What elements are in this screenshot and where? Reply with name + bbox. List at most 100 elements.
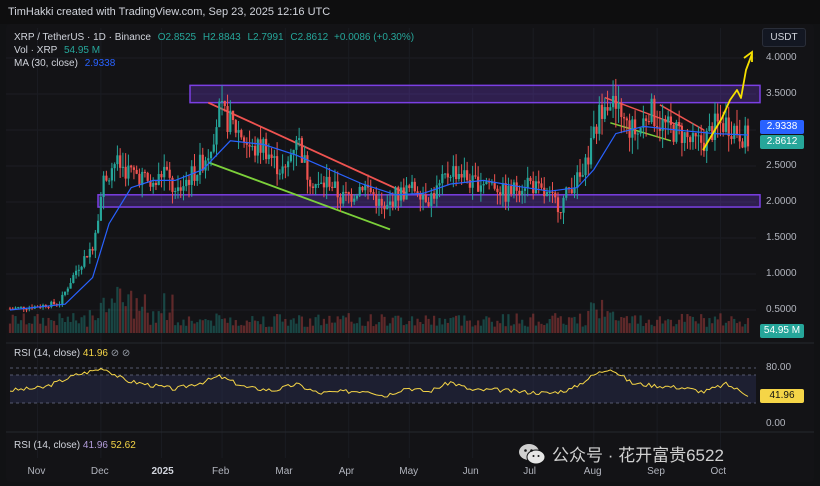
- candle-body: [603, 107, 606, 119]
- rsi2-label[interactable]: RSI (14, close): [14, 440, 80, 451]
- time-tick-label: Jun: [462, 466, 479, 477]
- volume-bar: [306, 326, 309, 333]
- candle-body: [256, 139, 259, 156]
- volume-bar: [292, 318, 295, 333]
- candle-body: [287, 161, 290, 168]
- volume-bar: [25, 324, 28, 333]
- candle-body: [573, 187, 576, 194]
- volume-bar: [518, 323, 521, 333]
- volume-bar: [174, 325, 177, 333]
- candle-body: [182, 186, 185, 191]
- candle-body: [220, 100, 224, 102]
- candle-body: [209, 151, 213, 159]
- candle-body: [132, 167, 136, 170]
- candle-body: [91, 248, 94, 251]
- volume-bar: [342, 315, 345, 333]
- volume-bar: [201, 320, 204, 333]
- time-tick-label: Dec: [90, 466, 109, 477]
- candle-body: [595, 126, 598, 134]
- candle-body: [636, 133, 639, 135]
- volume-bar: [364, 325, 367, 333]
- candle-body: [102, 175, 105, 197]
- candle-body: [17, 307, 20, 309]
- candle-body: [88, 248, 91, 258]
- volume-bar: [55, 325, 58, 333]
- volume-bar: [587, 310, 590, 333]
- volume-bar: [727, 321, 730, 333]
- candle-body: [523, 188, 527, 191]
- candle-body: [99, 196, 102, 221]
- candle-body: [708, 126, 711, 132]
- volume-label[interactable]: Vol · XRP: [14, 45, 57, 56]
- symbol-label[interactable]: XRP / TetherUS · 1D · Binance: [14, 32, 151, 43]
- candle-body: [713, 113, 717, 140]
- volume-bar: [576, 323, 579, 333]
- volume-bar: [466, 320, 469, 333]
- candle-body: [97, 220, 100, 233]
- candle-body: [264, 138, 268, 160]
- candle-body: [196, 175, 199, 181]
- high-label: H2.8843: [202, 32, 241, 43]
- candle-body: [135, 169, 138, 174]
- volume-bar: [77, 323, 80, 333]
- candle-body: [432, 193, 436, 199]
- volume-bar: [658, 316, 661, 333]
- candle-body: [198, 154, 202, 176]
- volume-bar: [138, 310, 141, 333]
- volume-bar: [375, 324, 378, 333]
- candle-body: [650, 98, 653, 123]
- candle-body: [402, 187, 405, 200]
- candle-body: [276, 156, 279, 175]
- volume-bar: [171, 294, 174, 333]
- candle-body: [105, 175, 108, 181]
- rsi-extra-icons[interactable]: ⊘ ⊘: [111, 348, 131, 359]
- volume-bar: [653, 326, 656, 333]
- ma-label[interactable]: MA (30, close): [14, 58, 78, 69]
- candle-body: [72, 275, 75, 284]
- watermark-text: 公众号 · 花开富贵6522: [552, 446, 724, 465]
- candle-body: [592, 126, 595, 139]
- candle-body: [281, 166, 284, 174]
- volume-bar: [52, 320, 56, 333]
- volume-bar: [8, 323, 12, 333]
- candle-body: [124, 166, 127, 179]
- volume-bar: [303, 326, 306, 333]
- volume-bar: [622, 317, 626, 333]
- volume-bar: [435, 325, 438, 333]
- rsi-tick-label: 0.00: [766, 418, 786, 429]
- candle-body: [143, 171, 147, 173]
- candle-body: [405, 185, 408, 200]
- candle-body: [14, 307, 17, 309]
- volume-bar: [680, 313, 684, 333]
- open-value: 2.8525: [165, 32, 197, 43]
- candle-body: [154, 183, 158, 185]
- candle-body: [77, 269, 80, 271]
- candle-body: [377, 198, 381, 206]
- candle-body: [66, 288, 69, 292]
- time-tick-label: Nov: [27, 466, 46, 477]
- candle-body: [350, 193, 353, 202]
- candle-body: [424, 194, 427, 203]
- volume-bar: [636, 323, 639, 333]
- chart-legend: XRP / TetherUS · 1D · Binance O2.8525 H2…: [14, 31, 414, 70]
- currency-unit-button[interactable]: USDT: [762, 28, 806, 47]
- candle-body: [295, 140, 298, 150]
- rsi-label[interactable]: RSI (14, close): [14, 348, 80, 359]
- volume-bar: [410, 316, 414, 333]
- candle-body: [237, 130, 240, 133]
- candle-body: [388, 201, 392, 205]
- volume-bar: [540, 323, 543, 333]
- volume-bar: [358, 317, 361, 333]
- candle-body: [397, 187, 400, 201]
- candle-body: [19, 306, 23, 308]
- ma-price-badge: 2.9338: [760, 120, 804, 134]
- volume-bar: [667, 319, 670, 333]
- volume-bar: [295, 323, 298, 333]
- volume-bar: [724, 322, 728, 333]
- volume-bar: [419, 322, 422, 333]
- volume-bar: [697, 323, 700, 333]
- price-tick-label: 2.5000: [766, 160, 797, 171]
- volume-bar: [556, 317, 560, 333]
- candle-body: [689, 137, 692, 143]
- volume-bar: [336, 316, 339, 333]
